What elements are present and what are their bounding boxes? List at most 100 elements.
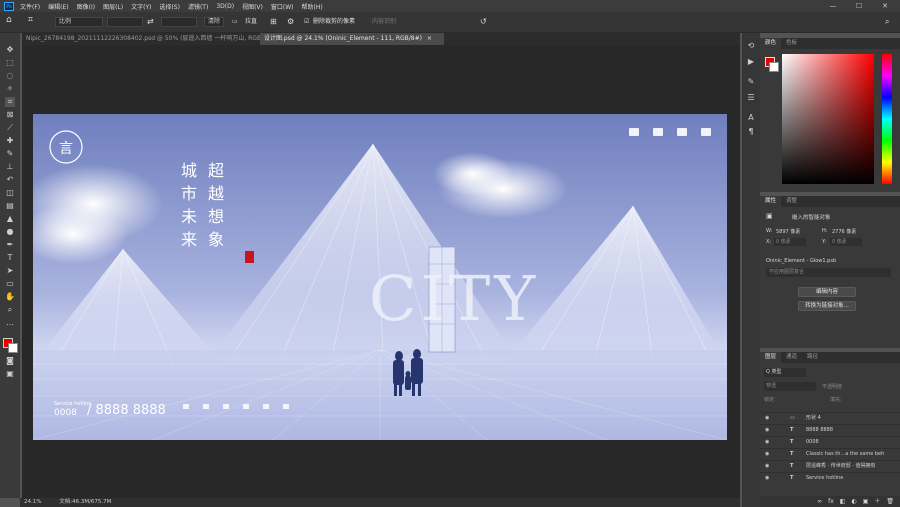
tab-layers[interactable]: 图层 [760, 352, 782, 363]
brush-tool-icon[interactable]: ✎ [5, 149, 15, 159]
character-panel-icon[interactable]: A [746, 113, 756, 123]
dodge-tool-icon[interactable]: ● [5, 227, 15, 237]
delete-layer-icon[interactable]: 🗑 [886, 496, 894, 507]
shape-tool-icon[interactable]: ▭ [5, 279, 15, 289]
layer-filter-kind[interactable]: Q 类型 [764, 368, 806, 377]
tab-properties[interactable]: 属性 [760, 196, 782, 207]
path-selection-tool-icon[interactable]: ➤ [5, 266, 15, 276]
tab-adjustments[interactable]: 调整 [781, 196, 802, 207]
crop-tool-icon[interactable]: ⌗ [5, 97, 15, 107]
lasso-tool-icon[interactable]: ◌ [5, 71, 15, 81]
ratio-height-field[interactable] [161, 17, 197, 27]
tab-paths[interactable]: 路径 [802, 352, 823, 363]
background-color-swatch[interactable] [8, 343, 18, 353]
menu-type[interactable]: 文字(Y) [131, 2, 151, 11]
content-aware-label[interactable]: 内容识别 [372, 17, 396, 27]
convert-to-linked-button[interactable]: 转换为链接对象... [798, 301, 856, 311]
actions-panel-icon[interactable]: ▶ [746, 57, 756, 67]
menu-window[interactable]: 窗口(W) [271, 2, 294, 11]
search-icon[interactable]: ⌕ [885, 17, 889, 27]
x-value[interactable]: 0 像素 [774, 238, 806, 246]
frame-tool-icon[interactable]: ⊠ [5, 110, 15, 120]
hand-tool-icon[interactable]: ✋ [5, 292, 15, 302]
straighten-label[interactable]: 拉直 [245, 17, 257, 27]
screen-mode-icon[interactable]: ▣ [5, 369, 15, 379]
menu-filter[interactable]: 滤镜(T) [188, 2, 208, 11]
close-window-button[interactable]: ✕ [872, 0, 898, 12]
tab-design-document[interactable]: 设计图.psd @ 24.1% (Oninic_Element - 111, R… [260, 33, 444, 45]
pen-tool-icon[interactable]: ✒ [5, 240, 15, 250]
crop-tool-icon[interactable]: ⌗ [28, 15, 33, 25]
healing-brush-tool-icon[interactable]: ✚ [5, 136, 15, 146]
menu-image[interactable]: 图像(I) [77, 2, 95, 11]
swap-icon[interactable]: ⇄ [147, 17, 154, 27]
add-mask-icon[interactable]: ◧ [840, 496, 846, 507]
layer-row[interactable]: ◉ T Classic has th...a the same beh [760, 448, 900, 459]
menu-layer[interactable]: 图层(L) [103, 2, 123, 11]
layer-style-icon[interactable]: fx [828, 496, 834, 507]
group-icon[interactable]: ▣ [863, 496, 869, 507]
background-color-swatch[interactable] [769, 62, 779, 72]
gradient-tool-icon[interactable]: ▤ [5, 201, 15, 211]
tab-nipic-document[interactable]: Nipic_26784198_20211112226308402.psd @ 5… [22, 33, 279, 45]
paragraph-panel-icon[interactable]: ¶ [746, 127, 756, 137]
hue-slider[interactable] [882, 54, 892, 184]
tab-close-icon[interactable]: × [427, 35, 432, 42]
tab-color[interactable]: 颜色 [760, 38, 782, 49]
magic-wand-tool-icon[interactable]: ✧ [5, 84, 15, 94]
layer-row[interactable]: ◉ ▭ 形状 4 [760, 412, 900, 423]
minimize-button[interactable]: — [820, 0, 846, 12]
layer-row[interactable]: ◉ T 8888 8888 [760, 424, 900, 435]
y-value[interactable]: 0 像素 [830, 238, 862, 246]
menu-file[interactable]: 文件(F) [20, 2, 40, 11]
layer-name[interactable]: 层遥峰秀 · 传世府邸 · 值得拥有 [806, 461, 898, 471]
quick-mask-icon[interactable]: ◙ [5, 356, 15, 366]
new-layer-icon[interactable]: ＋ [874, 496, 880, 507]
menu-view[interactable]: 视图(V) [242, 2, 263, 11]
menu-select[interactable]: 选择(S) [159, 2, 180, 11]
document-size[interactable]: 文档:46.3M/675.7M [59, 499, 111, 505]
zoom-level[interactable]: 24.1% [24, 499, 41, 505]
overlay-grid-icon[interactable]: ⊞ [270, 17, 277, 27]
layer-name[interactable]: 0008 [806, 437, 898, 447]
layer-row[interactable]: ◉ T Service hotline [760, 472, 900, 483]
history-panel-icon[interactable]: ⟲ [746, 41, 756, 51]
menu-edit[interactable]: 编辑(E) [48, 2, 68, 11]
menu-help[interactable]: 帮助(H) [302, 2, 323, 11]
marquee-tool-icon[interactable]: ⬚ [5, 58, 15, 68]
settings-gear-icon[interactable]: ⚙ [287, 17, 294, 27]
edit-contents-button[interactable]: 编辑内容 [798, 287, 856, 297]
zoom-tool-icon[interactable]: ⌕ [5, 305, 15, 315]
layer-comp-select[interactable]: 不应用图层复合 [766, 268, 891, 277]
link-layers-icon[interactable]: ∞ [817, 496, 822, 507]
blend-mode-select[interactable]: 穿透 [764, 382, 816, 391]
history-brush-tool-icon[interactable]: ↶ [5, 175, 15, 185]
visibility-eye-icon[interactable]: ◉ [765, 461, 769, 471]
visibility-eye-icon[interactable]: ◉ [765, 413, 769, 423]
maximize-button[interactable]: ☐ [846, 0, 872, 12]
width-value[interactable]: 5897 像素 [776, 228, 800, 235]
home-icon[interactable]: ⌂ [6, 15, 12, 25]
eraser-tool-icon[interactable]: ◫ [5, 188, 15, 198]
menu-3d[interactable]: 3D(D) [216, 3, 234, 10]
layer-row[interactable]: ◉ T 0008 [760, 436, 900, 447]
type-tool-icon[interactable]: T [5, 253, 15, 263]
reset-icon[interactable]: ↺ [480, 17, 487, 27]
eyedropper-tool-icon[interactable]: ⟋ [5, 123, 15, 133]
move-tool-icon[interactable]: ✥ [5, 45, 15, 55]
ratio-width-field[interactable] [107, 17, 143, 27]
layer-row[interactable]: ◉ T 层遥峰秀 · 传世府邸 · 值得拥有 [760, 460, 900, 471]
layer-name[interactable]: Service hotline [806, 473, 898, 483]
tab-swatches[interactable]: 色板 [781, 38, 802, 49]
visibility-eye-icon[interactable]: ◉ [765, 449, 769, 459]
brush-settings-icon[interactable]: ✎ [746, 77, 756, 87]
ratio-dropdown[interactable]: 比例 [55, 17, 103, 27]
color-picker-field[interactable] [782, 54, 874, 184]
visibility-eye-icon[interactable]: ◉ [765, 473, 769, 483]
delete-cropped-checkbox[interactable]: ☑ [304, 17, 309, 27]
clone-stamp-tool-icon[interactable]: ⊥ [5, 162, 15, 172]
tab-channels[interactable]: 通道 [781, 352, 802, 363]
clear-button[interactable]: 清除 [204, 17, 224, 27]
layer-name[interactable]: 形状 4 [806, 413, 898, 423]
layer-name[interactable]: Classic has th...a the same beh [806, 449, 898, 459]
